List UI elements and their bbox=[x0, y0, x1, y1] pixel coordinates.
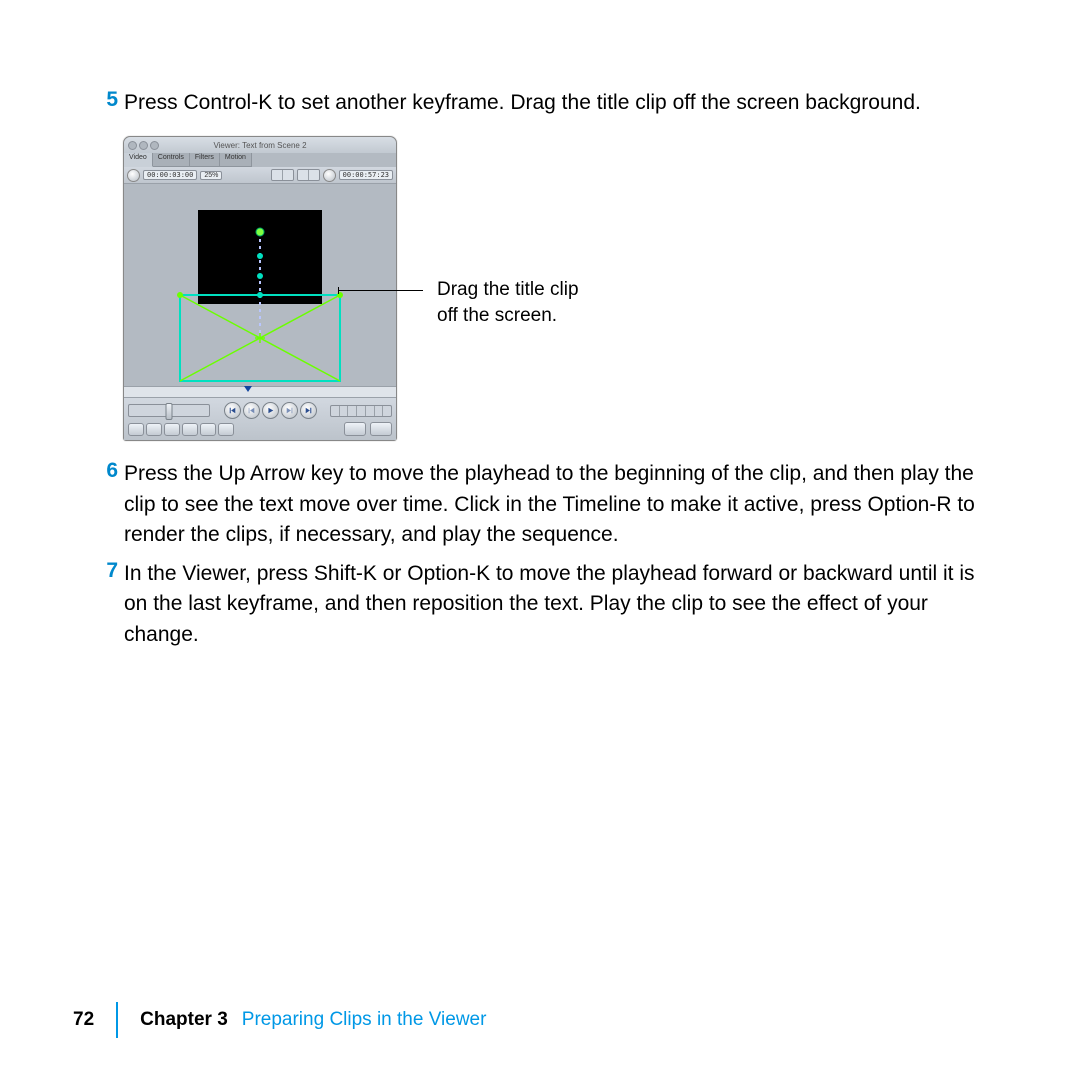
overwrite-button[interactable] bbox=[370, 422, 392, 436]
mark-buttons bbox=[128, 423, 234, 436]
play-button[interactable] bbox=[262, 402, 279, 419]
viewer-window: Viewer: Text from Scene 2 Video Controls… bbox=[123, 136, 397, 441]
step-number: 5 bbox=[96, 88, 124, 118]
viewer-transport bbox=[124, 398, 396, 440]
view-layout-segment[interactable] bbox=[271, 169, 294, 181]
step-text: Press the Up Arrow key to move the playh… bbox=[124, 459, 986, 550]
go-to-out-button[interactable] bbox=[300, 402, 317, 419]
jog-control[interactable] bbox=[128, 404, 210, 417]
step-5: 5 Press Control-K to set another keyfram… bbox=[96, 88, 986, 118]
mark-out-button[interactable] bbox=[146, 423, 162, 436]
mark-in-button[interactable] bbox=[128, 423, 144, 436]
zoom-field[interactable]: 25% bbox=[200, 171, 222, 180]
page-footer: 72 Chapter 3 Preparing Clips in the View… bbox=[73, 1002, 486, 1038]
viewer-toolbar: 00:00:03:00 25% 00:00:57:23 bbox=[124, 167, 396, 184]
step-back-button[interactable] bbox=[243, 402, 260, 419]
mark-clip-button[interactable] bbox=[164, 423, 180, 436]
go-to-in-button[interactable] bbox=[224, 402, 241, 419]
step-number: 6 bbox=[96, 459, 124, 550]
tab-motion[interactable]: Motion bbox=[220, 153, 252, 167]
timecode-out-field[interactable]: 00:00:57:23 bbox=[339, 170, 393, 180]
chapter-title: Preparing Clips in the Viewer bbox=[228, 1009, 487, 1031]
tab-filters[interactable]: Filters bbox=[190, 153, 220, 167]
timecode-in-field[interactable]: 00:00:03:00 bbox=[143, 170, 197, 180]
viewer-titlebar: Viewer: Text from Scene 2 bbox=[124, 137, 396, 153]
playhead-icon[interactable] bbox=[244, 386, 252, 392]
callout-line2: off the screen. bbox=[437, 303, 579, 329]
timecode-out-icon[interactable] bbox=[323, 169, 336, 182]
timecode-in-icon[interactable] bbox=[127, 169, 140, 182]
viewer-ruler[interactable] bbox=[124, 386, 396, 398]
chapter-label: Chapter 3 bbox=[118, 1009, 228, 1031]
step-number: 7 bbox=[96, 559, 124, 650]
edit-overlay-buttons bbox=[344, 422, 392, 436]
add-marker-button[interactable] bbox=[200, 423, 216, 436]
viewer-tabs: Video Controls Filters Motion bbox=[124, 153, 396, 167]
insert-button[interactable] bbox=[344, 422, 366, 436]
transport-buttons bbox=[224, 402, 317, 419]
figure-callout: Drag the title clip off the screen. bbox=[437, 277, 579, 328]
view-mode-segment[interactable] bbox=[297, 169, 320, 181]
step-7: 7 In the Viewer, press Shift-K or Option… bbox=[96, 559, 986, 650]
figure-row: Viewer: Text from Scene 2 Video Controls… bbox=[123, 136, 986, 441]
step-6: 6 Press the Up Arrow key to move the pla… bbox=[96, 459, 986, 550]
step-text: In the Viewer, press Shift-K or Option-K… bbox=[124, 559, 986, 650]
add-keyframe-button[interactable] bbox=[182, 423, 198, 436]
mark-split-button[interactable] bbox=[218, 423, 234, 436]
viewer-title: Viewer: Text from Scene 2 bbox=[124, 141, 396, 150]
callout-leader-line bbox=[338, 290, 423, 291]
tab-video[interactable]: Video bbox=[124, 153, 153, 167]
callout-line1: Drag the title clip bbox=[437, 277, 579, 303]
page-number: 72 bbox=[73, 1002, 118, 1038]
step-text: Press Control-K to set another keyframe.… bbox=[124, 88, 986, 118]
viewer-canvas[interactable] bbox=[124, 184, 396, 386]
shuttle-control[interactable] bbox=[330, 405, 392, 417]
tab-controls[interactable]: Controls bbox=[153, 153, 190, 167]
step-forward-button[interactable] bbox=[281, 402, 298, 419]
callout-leader-tick bbox=[338, 287, 339, 294]
wireframe-overlay bbox=[124, 184, 396, 386]
